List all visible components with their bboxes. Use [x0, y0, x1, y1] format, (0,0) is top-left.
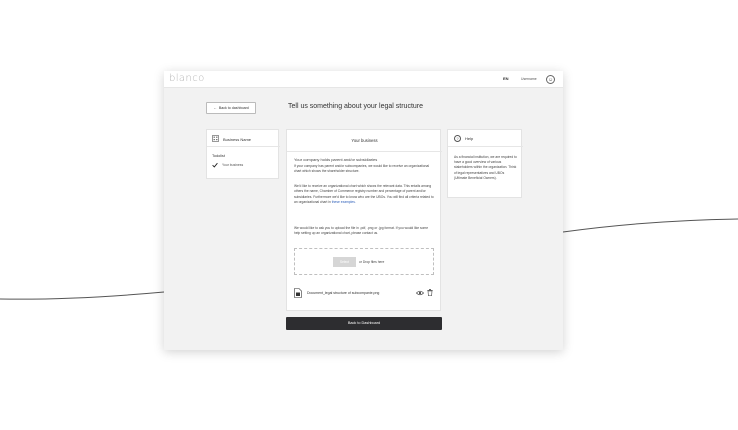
back-label: Back to dashboard	[218, 106, 249, 110]
main-card-header: Your business	[287, 130, 442, 152]
paragraph-2-text: We'd like to receive an organizational c…	[294, 184, 434, 204]
building-icon	[212, 135, 219, 142]
help-icon: ?	[454, 135, 461, 142]
business-name-row[interactable]: Business Name	[207, 130, 280, 147]
check-icon	[212, 162, 218, 168]
app-window: blanco EN Username ☺ ← Back to dashboard…	[164, 71, 563, 350]
uploaded-file-row: Document_legal structure of subcompanie.…	[294, 287, 435, 299]
top-bar: blanco EN Username ☺	[164, 71, 563, 88]
eye-icon[interactable]	[416, 290, 424, 296]
help-header: ? Help	[448, 130, 523, 147]
main-card: Your business Your company holds parent …	[286, 129, 442, 311]
document-icon	[294, 288, 302, 298]
examples-link[interactable]: these examples.	[332, 200, 356, 204]
select-file-button[interactable]: Select	[333, 257, 356, 267]
question-text: Your company holds parent and/or subsidi…	[294, 157, 378, 162]
help-title: Help	[465, 136, 474, 141]
back-to-dashboard-primary-button[interactable]: Back to Dashboard	[286, 317, 442, 330]
arrow-left-icon: ←	[213, 106, 217, 110]
logo[interactable]: blanco	[169, 73, 205, 84]
paragraph-1: If your company has parent and/or subcom…	[294, 164, 430, 174]
help-card: ? Help As a financial institution, we ar…	[447, 129, 523, 198]
todolist-label: Todolist	[212, 154, 225, 158]
language-selector[interactable]: EN	[503, 76, 509, 81]
todo-item-your-business[interactable]: Your business	[222, 163, 243, 167]
page-title: Tell us something about your legal struc…	[288, 103, 424, 110]
user-circle-icon[interactable]: ☺	[546, 75, 555, 84]
username[interactable]: Username	[521, 77, 537, 81]
help-text: As a financial institution, we are requi…	[454, 155, 517, 180]
file-dropzone[interactable]: Select or Drop files here	[294, 248, 434, 275]
paragraph-3: We would like to ask you to upload the f…	[294, 226, 429, 236]
back-to-dashboard-button[interactable]: ← Back to dashboard	[206, 102, 256, 114]
business-name: Business Name	[223, 136, 252, 142]
file-name: Document_legal structure of subcompanie.…	[307, 291, 380, 295]
drop-files-text: or Drop files here	[359, 260, 385, 264]
business-card: Business Name Todolist Your business	[206, 129, 280, 179]
trash-icon[interactable]	[427, 289, 433, 296]
paragraph-2: We'd like to receive an organizational c…	[294, 184, 435, 205]
